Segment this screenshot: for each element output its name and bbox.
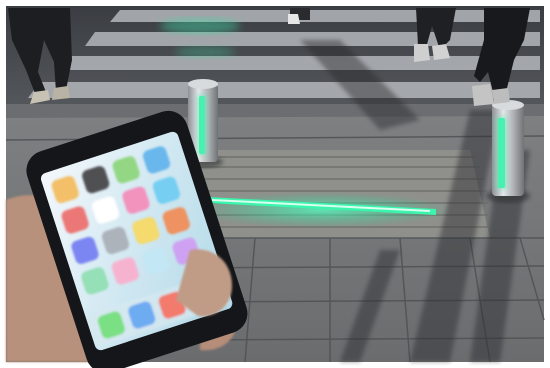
road-light-reflection [160, 18, 240, 34]
road-light-reflection [175, 46, 235, 58]
right-bollard [486, 100, 530, 203]
photo-scene [0, 0, 550, 368]
curb [6, 104, 544, 118]
